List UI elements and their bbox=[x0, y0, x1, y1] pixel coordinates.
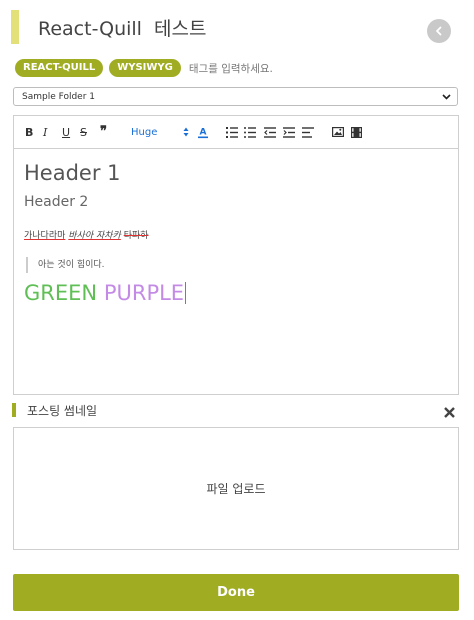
content-heading-2: Header 2 bbox=[24, 194, 89, 210]
strikethrough-text: 타파하 bbox=[123, 231, 149, 241]
tag-chip[interactable]: WYSIWYG bbox=[109, 59, 181, 77]
tag-list: REACT-QUILL WYSIWYG 태그를 입력하세요. bbox=[15, 59, 273, 77]
editor-content[interactable]: Header 1 Header 2 가나다라마 바사아 자차카 타파하 아는 것… bbox=[14, 149, 458, 396]
file-upload-area[interactable]: 파일 업로드 bbox=[13, 427, 459, 550]
outdent-button[interactable] bbox=[264, 125, 276, 139]
ordered-list-icon bbox=[226, 126, 238, 138]
align-left-icon bbox=[302, 126, 314, 138]
blockquote-button[interactable]: ❞ bbox=[100, 124, 107, 139]
italic-button[interactable]: I bbox=[43, 125, 47, 139]
thumbnail-accent-bar bbox=[12, 403, 16, 417]
bold-button[interactable]: B bbox=[25, 125, 33, 139]
text-color-icon: A bbox=[198, 127, 208, 138]
italic-text: 바사아 자차카 bbox=[68, 231, 121, 241]
done-button[interactable]: Done bbox=[13, 574, 459, 611]
align-button[interactable] bbox=[302, 125, 314, 139]
indent-button[interactable] bbox=[283, 125, 295, 139]
back-button[interactable] bbox=[427, 19, 451, 43]
indent-icon bbox=[283, 126, 295, 138]
video-button[interactable] bbox=[351, 125, 362, 139]
content-heading-1: Header 1 bbox=[24, 161, 121, 185]
ordered-list-button[interactable] bbox=[226, 125, 238, 139]
green-text: GREEN bbox=[24, 281, 98, 305]
thumbnail-title: 포스팅 썸네일 bbox=[27, 404, 98, 418]
done-button-label: Done bbox=[217, 585, 255, 600]
folder-select-value: Sample Folder 1 bbox=[22, 91, 96, 102]
tag-chip[interactable]: REACT-QUILL bbox=[15, 59, 104, 77]
chevron-left-icon bbox=[436, 26, 442, 36]
strike-button[interactable]: S bbox=[80, 125, 87, 139]
editor-toolbar: B I U S ❞ Huge A bbox=[14, 116, 458, 149]
text-color-button[interactable]: A bbox=[197, 125, 209, 139]
image-button[interactable] bbox=[332, 125, 344, 139]
folder-select[interactable]: Sample Folder 1 bbox=[13, 87, 458, 106]
image-icon bbox=[332, 127, 344, 137]
outdent-icon bbox=[264, 126, 276, 138]
colored-text-line: GREEN PURPLE bbox=[24, 281, 187, 305]
chevron-down-icon bbox=[442, 93, 451, 100]
svg-text:A: A bbox=[200, 127, 207, 137]
purple-text: PURPLE bbox=[103, 281, 185, 305]
rich-text-editor: B I U S ❞ Huge A Header 1 Header 2 가나다라마… bbox=[13, 115, 459, 395]
title-accent-bar bbox=[11, 10, 19, 44]
close-icon[interactable] bbox=[443, 404, 456, 418]
font-size-picker[interactable]: Huge bbox=[131, 125, 191, 139]
text-caret bbox=[185, 282, 187, 304]
tag-input[interactable]: 태그를 입력하세요. bbox=[189, 61, 273, 76]
page-title: React-Quill 테스트 bbox=[38, 18, 207, 40]
bullet-list-button[interactable] bbox=[244, 125, 256, 139]
bullet-list-icon bbox=[244, 126, 256, 138]
blockquote: 아는 것이 힘이다. bbox=[26, 257, 105, 273]
video-icon bbox=[351, 126, 362, 138]
underlined-text: 가나다라마 bbox=[24, 231, 66, 241]
underline-button[interactable]: U bbox=[62, 125, 70, 139]
file-upload-label: 파일 업로드 bbox=[206, 482, 266, 496]
size-picker-arrow-icon bbox=[183, 125, 189, 139]
formatted-text-line: 가나다라마 바사아 자차카 타파하 bbox=[24, 228, 149, 241]
